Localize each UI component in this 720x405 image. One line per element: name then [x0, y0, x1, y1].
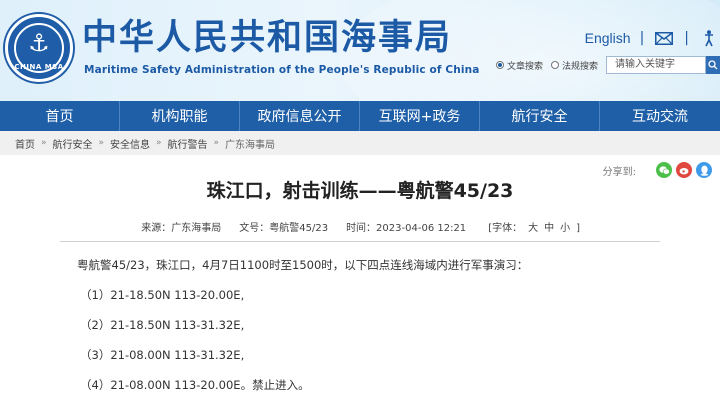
search-option-law-label: 法规搜索	[561, 61, 598, 72]
article-divider	[60, 241, 660, 242]
search-option-article[interactable]: 文章搜索	[495, 59, 543, 72]
meta-time: 时间：2023-04-06 12:21	[346, 223, 467, 234]
font-size-control: [字体： 大中小]	[488, 219, 580, 234]
search-input[interactable]: 请输入关键字	[606, 56, 706, 74]
msa-emblem-logo[interactable]: ⚓ CHINA MSA	[5, 14, 73, 82]
top-links: English | |	[585, 26, 720, 50]
nav-item-functions[interactable]: 机构职能	[120, 101, 240, 131]
font-size-close-bracket: ]	[576, 223, 580, 234]
accessibility-icon[interactable]	[698, 29, 720, 47]
page: ⚓ CHINA MSA 中华人民共和国海事局 Maritime Safety A…	[0, 0, 720, 405]
font-size-small-button[interactable]: 小	[560, 223, 570, 234]
breadcrumb-arrow-icon: »	[41, 138, 47, 148]
font-size-label: [字体：	[488, 223, 523, 234]
coordinate-point: （1）21-18.50N 113-20.00E,	[80, 288, 245, 302]
site-header: ⚓ CHINA MSA 中华人民共和国海事局 Maritime Safety A…	[0, 0, 720, 101]
search-bar: 文章搜索 法规搜索 请输入关键字	[495, 56, 720, 74]
nav-item-home[interactable]: 首页	[0, 101, 120, 131]
search-icon	[708, 60, 718, 70]
main-nav: 首页 机构职能 政府信息公开 互联网+政务 航行安全 互动交流	[0, 101, 720, 131]
nav-item-interaction[interactable]: 互动交流	[600, 101, 720, 131]
breadcrumb-home[interactable]: 首页	[15, 136, 35, 151]
top-links-separator-2: |	[684, 30, 689, 46]
meta-source: 来源：广东海事局	[141, 223, 222, 234]
breadcrumb-arrow-icon: »	[98, 138, 105, 148]
coordinate-point: （3）21-08.00N 113-31.32E,	[80, 348, 245, 362]
article-title: 珠江口，射击训练——粤航警45/23	[206, 180, 514, 202]
search-option-law[interactable]: 法规搜索	[550, 59, 598, 72]
coordinate-point: （4）21-08.00N 113-20.00E。禁止进入。	[80, 378, 310, 392]
meta-doc-number: 文号：粤航警45/23	[239, 223, 329, 234]
nav-item-gov-info[interactable]: 政府信息公开	[240, 101, 360, 131]
search-button[interactable]	[706, 56, 720, 74]
font-size-medium-button[interactable]: 中	[544, 223, 554, 234]
breadcrumb-guangdong[interactable]: 广东海事局	[225, 136, 275, 151]
top-links-separator: |	[639, 30, 645, 46]
mail-icon[interactable]	[653, 29, 675, 47]
breadcrumb-navigation-safety[interactable]: 航行安全	[53, 136, 93, 151]
article-intro: 粤航警45/23，珠江口，4月7日1100时至1500时，以下四点连线海域内进行…	[77, 258, 529, 272]
breadcrumb-arrow-icon: »	[156, 138, 162, 148]
breadcrumb-warnings[interactable]: 航行警告	[168, 136, 208, 151]
breadcrumb-arrow-icon: »	[213, 138, 220, 148]
site-title-cn[interactable]: 中华人民共和国海事局	[82, 18, 452, 58]
anchor-icon: ⚓	[28, 29, 50, 57]
search-option-article-label: 文章搜索	[506, 61, 543, 72]
radio-unselected-icon	[550, 61, 559, 69]
emblem-text: CHINA MSA	[14, 63, 64, 71]
english-link[interactable]: English	[585, 30, 631, 46]
radio-selected-icon	[495, 61, 504, 69]
nav-item-navigation-safety[interactable]: 航行安全	[480, 101, 600, 131]
site-title-en: Maritime Safety Administration of the Pe…	[84, 64, 480, 76]
breadcrumb: 首页 » 航行安全 » 安全信息 » 航行警告 » 广东海事局	[0, 131, 720, 155]
font-size-large-button[interactable]: 大	[528, 223, 538, 234]
article-meta: 来源：广东海事局 文号：粤航警45/23 时间：2023-04-06 12:21…	[0, 219, 720, 234]
breadcrumb-safety-info[interactable]: 安全信息	[110, 136, 150, 151]
nav-item-internet-gov[interactable]: 互联网+政务	[360, 101, 480, 131]
coordinate-point: （2）21-18.50N 113-31.32E,	[80, 318, 245, 332]
